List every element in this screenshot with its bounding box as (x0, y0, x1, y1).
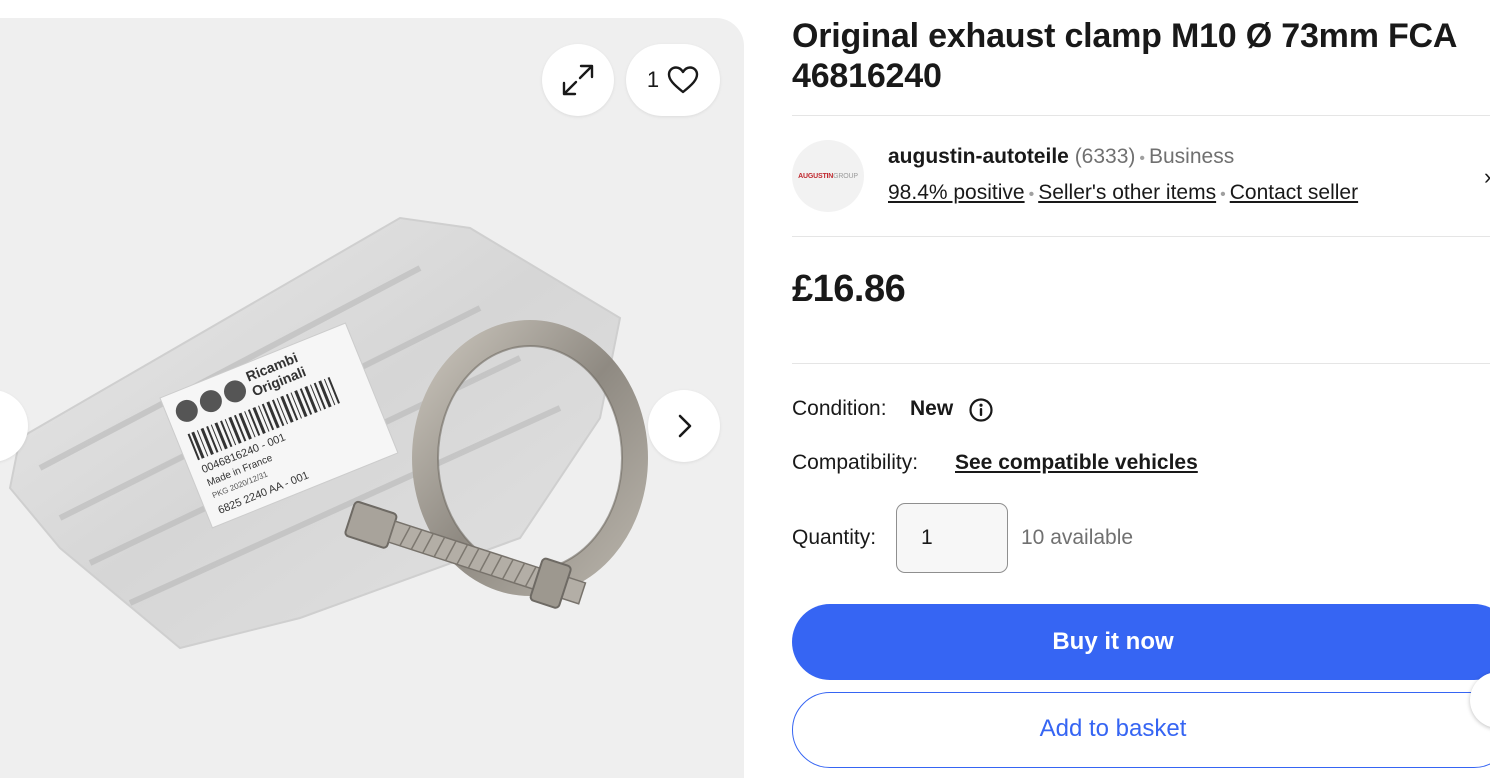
condition-value: New (910, 397, 954, 420)
divider (792, 363, 1490, 364)
seller-feedback-link[interactable]: 98.4% positive (888, 181, 1025, 204)
quantity-label: Quantity: (792, 526, 877, 549)
heart-icon (667, 66, 699, 94)
watch-count: 1 (646, 67, 660, 92)
add-to-basket-button[interactable]: Add to basket (792, 692, 1490, 768)
buy-it-now-button[interactable]: Buy it now (792, 604, 1490, 680)
seller-other-items-link[interactable]: Seller's other items (1038, 181, 1216, 204)
contact-seller-link[interactable]: Contact seller (1230, 181, 1358, 204)
product-title: Original exhaust clamp M10 Ø 73mm FCA 46… (792, 17, 1456, 95)
seller-logo[interactable]: AUGUSTIN GROUP (792, 140, 864, 212)
product-image[interactable]: Ricambi Originali 0046816240 - 001 Made … (0, 18, 744, 749)
seller-logo-text-1: AUGUSTIN (798, 172, 834, 180)
info-icon[interactable] (968, 397, 994, 423)
price: £16.86 (792, 268, 906, 310)
seller-info: augustin-autoteile (6333) • Business (888, 145, 1235, 168)
chevron-left-icon (0, 412, 4, 440)
seller-logo-text-2: GROUP (833, 172, 858, 180)
image-gallery[interactable]: Ricambi Originali 0046816240 - 001 Made … (0, 18, 744, 778)
seller-links: 98.4% positive • Seller's other items • Cont… (888, 181, 1359, 204)
expand-image-button[interactable] (542, 44, 614, 116)
expand-icon (562, 64, 594, 96)
seller-name[interactable]: augustin-autoteile (888, 145, 1069, 168)
quantity-input[interactable] (896, 503, 1008, 573)
seller-feedback-count: (6333) (1074, 145, 1136, 168)
chevron-right-icon (678, 414, 692, 438)
see-compatible-vehicles-link[interactable]: See compatible vehicles (955, 451, 1198, 475)
compatibility-label: Compatibility: (792, 451, 919, 474)
condition-label: Condition: (792, 397, 887, 420)
seller-type: Business (1149, 145, 1235, 168)
next-image-button[interactable] (648, 390, 720, 462)
seller-more-chevron-icon[interactable]: › (1484, 164, 1490, 190)
available-count: 10 available (1021, 526, 1134, 549)
divider (792, 236, 1490, 237)
divider (792, 115, 1490, 116)
watch-button[interactable]: 1 (626, 44, 720, 116)
